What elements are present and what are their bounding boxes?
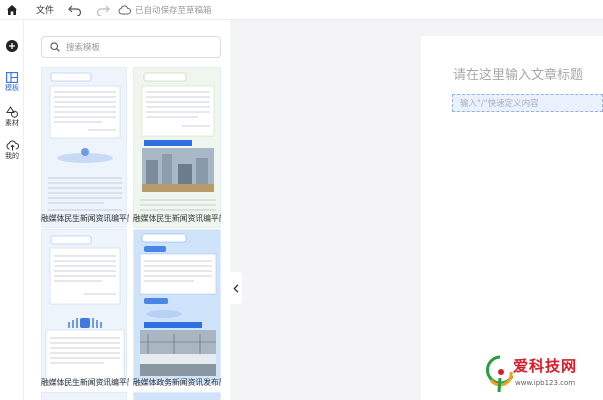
watermark-url: www.ipb123.com: [515, 379, 576, 387]
template-thumbnail: [42, 68, 126, 227]
template-thumbnail: [134, 68, 220, 227]
template-card[interactable]: [133, 67, 221, 228]
template-name: 融媒体民生新闻资讯编平简...: [41, 378, 129, 387]
panel-collapse-bar: [230, 20, 242, 400]
watermark: 爱科技网 www.ipb123.com: [485, 352, 603, 400]
template-card[interactable]: [133, 229, 221, 385]
article-body-input[interactable]: 输入"/"快速定义内容: [452, 94, 603, 112]
search-placeholder: 搜索模板: [66, 43, 101, 53]
template-card[interactable]: [41, 229, 127, 385]
rail-label-mine: 我的: [5, 152, 19, 160]
template-panel: 搜索模板 融媒体民生新闻资讯编平简...: [24, 20, 230, 400]
body-placeholder: 输入"/"快速定义内容: [460, 99, 539, 109]
template-thumbnail: [42, 230, 126, 384]
template-name: 融媒体民生新闻资讯编平简...: [41, 214, 129, 223]
template-card[interactable]: [41, 67, 127, 228]
template-thumbnail: [134, 230, 220, 384]
left-rail: 模板 素材 我的: [0, 20, 24, 400]
article-title-input[interactable]: 请在这里输入文章标题: [453, 64, 583, 83]
rail-item-templates[interactable]: 模板: [0, 72, 24, 93]
search-icon: [50, 42, 60, 52]
add-button[interactable]: [0, 40, 24, 52]
redo-icon[interactable]: [96, 4, 110, 16]
plus-circle-icon: [6, 40, 18, 52]
file-menu[interactable]: 文件: [36, 3, 54, 16]
rail-label-templates: 模板: [5, 84, 19, 92]
chevron-left-icon: [233, 283, 239, 293]
template-card[interactable]: [133, 392, 221, 400]
watermark-logo-icon: [485, 355, 514, 393]
undo-icon[interactable]: [68, 4, 82, 16]
cloud-icon: [118, 5, 132, 14]
template-card[interactable]: [41, 392, 127, 400]
rail-item-mine[interactable]: 我的: [0, 140, 24, 161]
autosave-text: 已自动保存至草稿箱: [135, 5, 212, 16]
rail-label-materials: 素材: [5, 119, 19, 127]
template-name: 融媒体政务新闻资讯发布简...: [133, 378, 221, 387]
rail-item-materials[interactable]: 素材: [0, 106, 24, 128]
collapse-button[interactable]: [230, 272, 242, 304]
search-input[interactable]: 搜索模板: [41, 36, 221, 58]
shapes-icon: [5, 106, 18, 118]
top-toolbar: 文件 已自动保存至草稿箱: [0, 0, 603, 20]
autosave-status: 已自动保存至草稿箱: [118, 4, 212, 16]
template-icon: [6, 72, 18, 83]
home-icon[interactable]: [0, 0, 24, 20]
watermark-brand: 爱科技网: [513, 357, 578, 375]
article-editor: 请在这里输入文章标题 输入"/"快速定义内容: [421, 36, 603, 400]
cloud-upload-icon: [6, 140, 19, 151]
template-name: 融媒体民生新闻资讯编平简...: [133, 214, 221, 223]
